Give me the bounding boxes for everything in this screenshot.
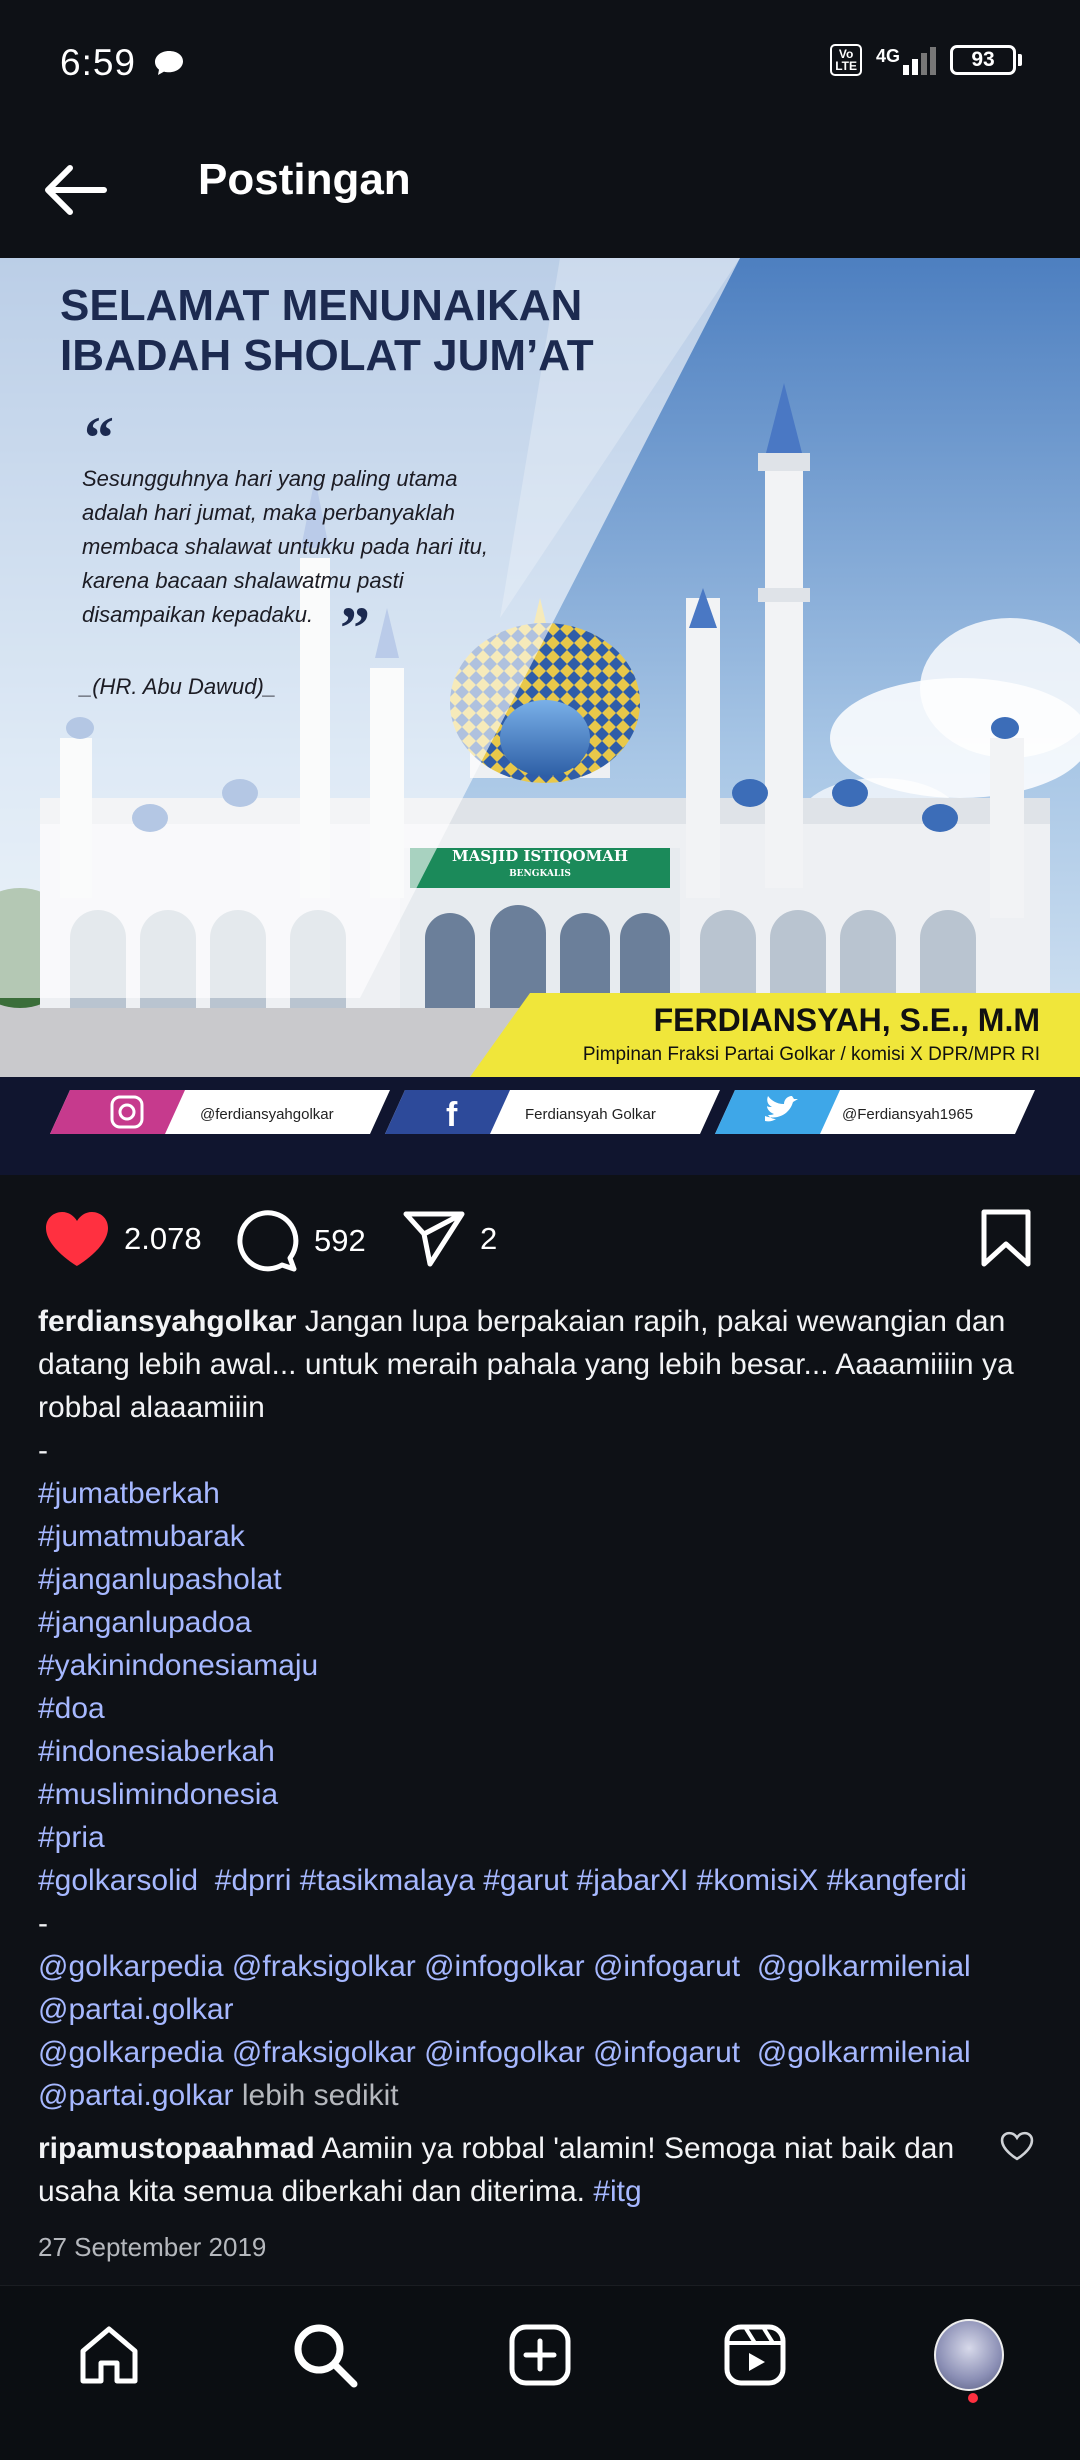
- create-icon: [509, 2324, 571, 2386]
- notification-dot: [968, 2393, 978, 2403]
- post-headline-line1: SELAMAT MENUNAIKAN: [60, 281, 582, 330]
- home-icon: [80, 2326, 138, 2384]
- post-actions: 2.078 592 2: [0, 1200, 1080, 1280]
- hashtag-line[interactable]: #golkarsolid #dprri #tasikmalaya #garut …: [38, 1859, 1048, 1902]
- nav-create[interactable]: [505, 2320, 575, 2390]
- post-image[interactable]: MASJID ISTIQOMAH BENGKALIS SELAMAT MENUN…: [0, 258, 1080, 1175]
- hashtag[interactable]: #doa: [38, 1687, 1048, 1730]
- quote-line: adalah hari jumat, maka perbanyaklah: [82, 500, 455, 525]
- comment-icon: [237, 1210, 299, 1272]
- hashtag[interactable]: #jumatmubarak: [38, 1515, 1048, 1558]
- svg-text:”: ”: [340, 595, 370, 661]
- battery-icon: 93: [950, 45, 1022, 75]
- comment-button[interactable]: 592: [236, 1210, 366, 1272]
- quote-line: Sesungguhnya hari yang paling utama: [82, 466, 458, 491]
- battery-level: 93: [950, 45, 1016, 75]
- reels-icon: [724, 2324, 786, 2386]
- comment-count: 592: [314, 1223, 366, 1258]
- signal-icon: 4G: [876, 45, 936, 75]
- quote-source: _(HR. Abu Dawud)_: [78, 674, 276, 699]
- share-button[interactable]: 2: [402, 1210, 497, 1268]
- hashtag[interactable]: #janganlupasholat: [38, 1558, 1048, 1601]
- hashtag[interactable]: #janganlupadoa: [38, 1601, 1048, 1644]
- quote-line: disampaikan kepadaku.: [82, 602, 313, 627]
- message-notification-icon: [155, 51, 183, 75]
- comment-item: ripamustopaahmad Aamiin ya robbal 'alami…: [38, 2127, 988, 2213]
- share-count: 2: [480, 1221, 498, 1256]
- volte-icon: Vo LTE: [830, 44, 862, 76]
- send-icon: [403, 1211, 465, 1267]
- less-link[interactable]: lebih sedikit: [242, 2079, 399, 2112]
- post-caption: ferdiansyahgolkar Jangan lupa berpakaian…: [38, 1300, 1048, 2117]
- heart-filled-icon: [46, 1212, 108, 1266]
- nav-search[interactable]: [290, 2320, 360, 2390]
- caption-separator: -: [38, 1907, 48, 1940]
- page-title: Postingan: [198, 155, 411, 204]
- hashtag[interactable]: #indonesiaberkah: [38, 1730, 1048, 1773]
- hashtag[interactable]: #jumatberkah: [38, 1472, 1048, 1515]
- facebook-icon: f: [446, 1096, 458, 1134]
- nav-profile[interactable]: [934, 2319, 1004, 2391]
- hashtag[interactable]: #yakinindonesiamaju: [38, 1644, 1048, 1687]
- mentions-line[interactable]: @golkarpedia @fraksigolkar @infogolkar @…: [38, 2031, 1048, 2074]
- top-app-bar: Postingan: [0, 130, 1080, 258]
- quote-line: karena bacaan shalawatmu pasti: [82, 568, 405, 593]
- mentions-line[interactable]: @partai.golkar: [38, 1988, 1048, 2031]
- svg-text:“: “: [84, 405, 114, 471]
- post-headline-line2: IBADAH SHOLAT JUM’AT: [60, 331, 594, 380]
- mosque-sign-sub: BENGKALIS: [509, 869, 571, 879]
- poster-position: Pimpinan Fraksi Partai Golkar / komisi X…: [583, 1044, 1040, 1065]
- comment-username[interactable]: ripamustopaahmad: [38, 2132, 315, 2165]
- twitter-handle: @Ferdiansyah1965: [842, 1106, 973, 1123]
- status-bar: 6:59 Vo LTE 4G 93: [0, 0, 1080, 130]
- mentions-line[interactable]: @golkarpedia @fraksigolkar @infogolkar @…: [38, 1945, 1048, 1988]
- mentions-line[interactable]: @partai.golkar: [38, 2079, 234, 2112]
- like-count: 2.078: [124, 1221, 202, 1256]
- caption-username[interactable]: ferdiansyahgolkar: [38, 1305, 296, 1338]
- search-icon: [294, 2324, 358, 2388]
- nav-reels[interactable]: [720, 2320, 790, 2390]
- nav-home[interactable]: [74, 2320, 144, 2390]
- hashtag[interactable]: #muslimindonesia: [38, 1773, 1048, 1816]
- caption-separator: -: [38, 1434, 48, 1467]
- status-time: 6:59: [60, 42, 137, 83]
- bookmark-icon[interactable]: [980, 1208, 1032, 1268]
- mosque-sign: MASJID ISTIQOMAH: [452, 847, 628, 865]
- facebook-handle: Ferdiansyah Golkar: [525, 1106, 656, 1123]
- bottom-navigation: [0, 2285, 1080, 2460]
- post-date: 27 September 2019: [38, 2232, 267, 2262]
- hashtag[interactable]: #pria: [38, 1816, 1048, 1859]
- like-button[interactable]: 2.078: [44, 1210, 202, 1268]
- comment-like-icon[interactable]: [1000, 2131, 1034, 2161]
- poster-name: FERDIANSYAH, S.E., M.M: [654, 1002, 1040, 1038]
- comment-hashtag[interactable]: #itg: [593, 2175, 641, 2208]
- profile-avatar: [934, 2319, 1004, 2391]
- quote-line: membaca shalawat untukku pada hari itu,: [82, 534, 488, 559]
- instagram-handle: @ferdiansyahgolkar: [200, 1106, 334, 1123]
- back-arrow-icon[interactable]: [40, 160, 110, 220]
